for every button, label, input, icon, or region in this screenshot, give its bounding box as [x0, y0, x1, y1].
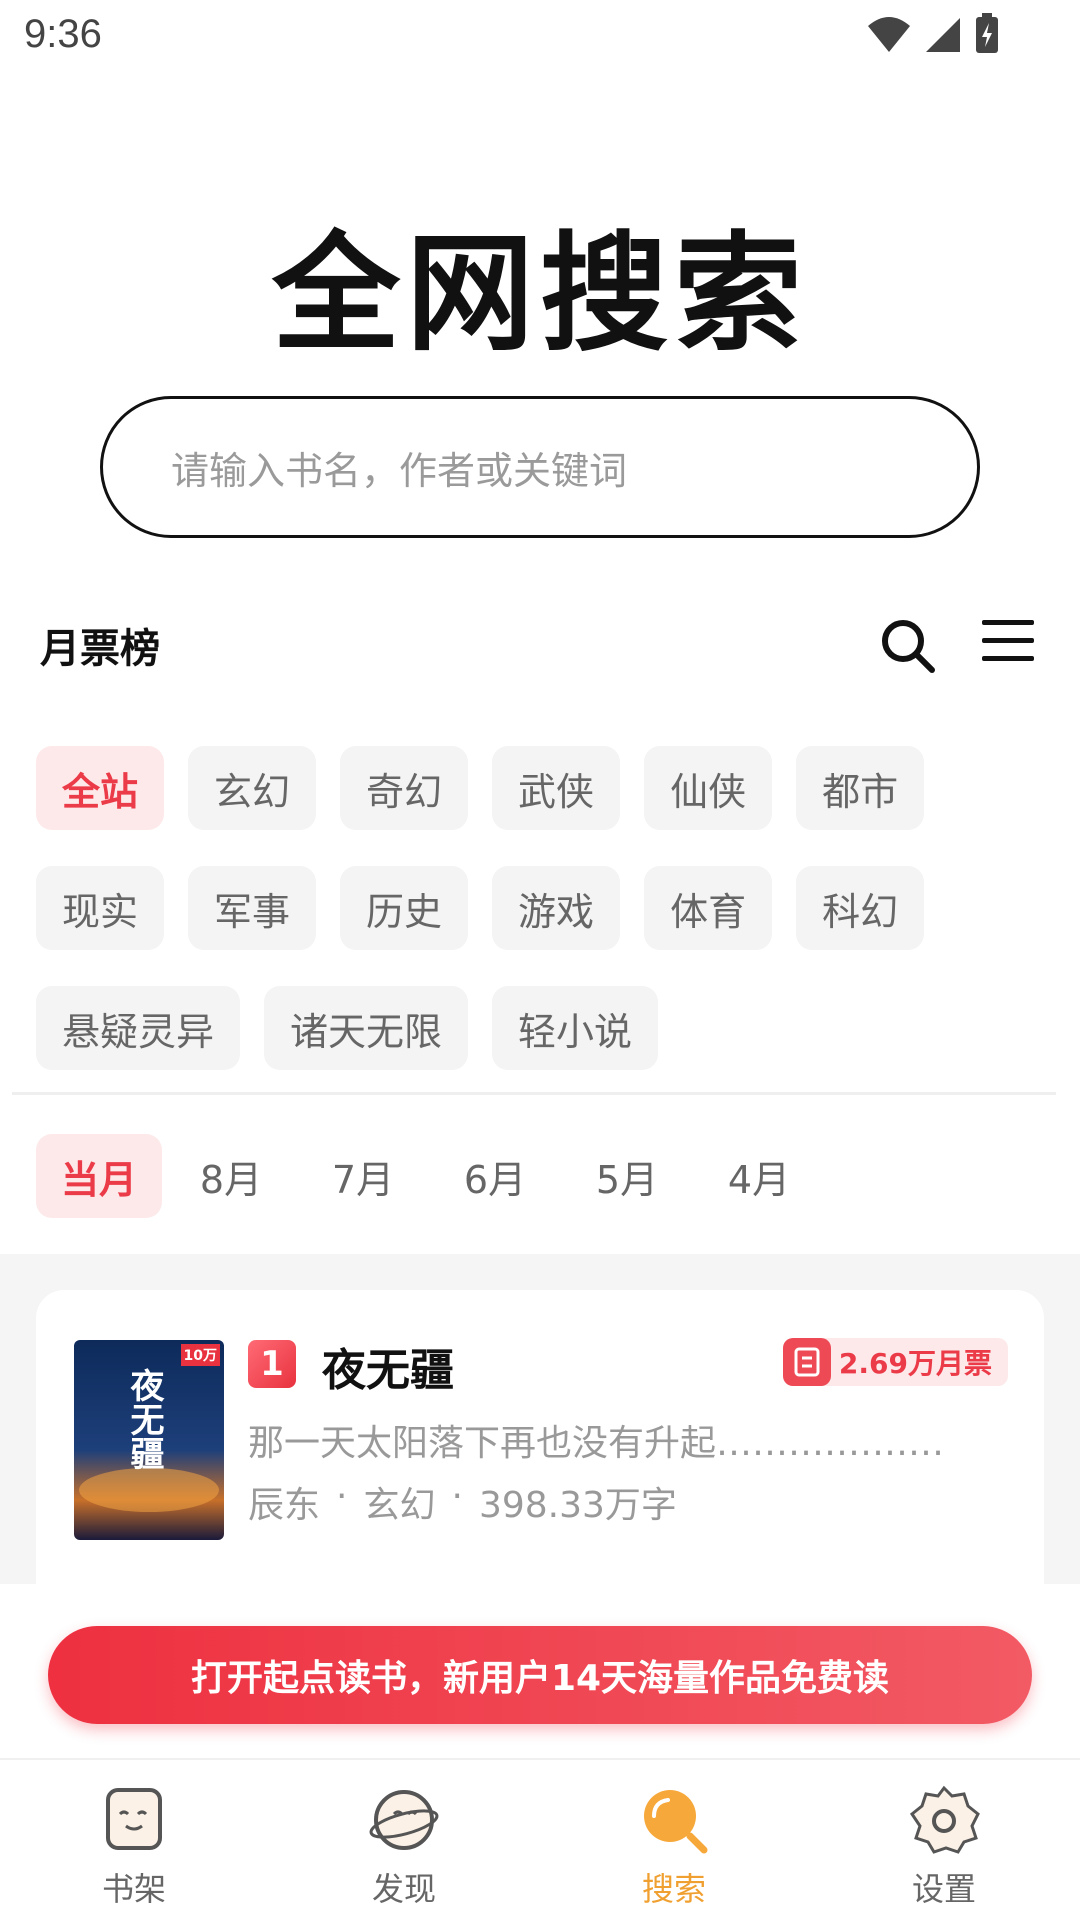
- category-chip[interactable]: 军事: [188, 866, 317, 950]
- search-input[interactable]: 请输入书名，作者或关键词: [100, 396, 980, 538]
- rank-badge: 1: [248, 1340, 296, 1388]
- ranking-list: 夜无疆 10万 1 夜无疆 2.69万月票 那一天太阳落下再也没有升起………………: [0, 1254, 1080, 1610]
- promo-area: 打开起点读书，新用户14天海量作品免费读: [0, 1588, 1080, 1758]
- month-tabs: 当月 8月 7月 6月 5月 4月: [36, 1134, 822, 1218]
- category-row-2: 现实 军事 历史 游戏 体育 科幻: [36, 866, 925, 950]
- wifi-icon: [868, 17, 910, 52]
- category-chip[interactable]: 诸天无限: [264, 986, 469, 1070]
- nav-item-settings[interactable]: 设置: [864, 1784, 1024, 1914]
- category-row-3: 悬疑灵异 诸天无限 轻小说: [36, 986, 659, 1070]
- category-chip[interactable]: 都市: [796, 746, 925, 830]
- status-bar: 9:36: [0, 0, 1080, 72]
- category-chip[interactable]: 历史: [340, 866, 469, 950]
- month-tab[interactable]: 5月: [564, 1134, 690, 1218]
- search-icon[interactable]: [878, 616, 938, 676]
- ticket-icon: [782, 1338, 831, 1386]
- monthly-ticket-badge: 2.69万月票: [782, 1338, 1008, 1386]
- category-chip[interactable]: 体育: [644, 866, 773, 950]
- settings-icon: [909, 1785, 980, 1854]
- cover-title: 夜无疆: [124, 1368, 164, 1470]
- battery-icon: [976, 13, 998, 53]
- month-tab[interactable]: 7月: [300, 1134, 426, 1218]
- nav-item-search[interactable]: 搜索: [594, 1784, 754, 1914]
- book-cover[interactable]: 夜无疆 10万: [74, 1340, 224, 1540]
- cover-badge: 10万: [180, 1344, 220, 1366]
- category-chip[interactable]: 科幻: [796, 866, 925, 950]
- book-card[interactable]: 夜无疆 10万 1 夜无疆 2.69万月票 那一天太阳落下再也没有升起………………: [36, 1290, 1044, 1610]
- search-placeholder: 请输入书名，作者或关键词: [171, 448, 628, 493]
- category-chip[interactable]: 玄幻: [188, 746, 317, 830]
- month-tab-active[interactable]: 当月: [36, 1134, 162, 1218]
- category-chip[interactable]: 仙侠: [644, 746, 773, 830]
- search-icon: [644, 1790, 708, 1854]
- discover-icon: [369, 1790, 439, 1850]
- open-app-button[interactable]: 打开起点读书，新用户14天海量作品免费读: [48, 1626, 1032, 1724]
- book-description: 那一天太阳落下再也没有升起…………………: [248, 1423, 948, 1464]
- category-chip-active[interactable]: 全站: [36, 746, 165, 830]
- nav-item-bookshelf[interactable]: 书架: [54, 1784, 214, 1914]
- book-meta: 辰东 · 玄幻 · 398.33万字: [248, 1476, 677, 1528]
- category-chip[interactable]: 现实: [36, 866, 165, 950]
- nav-label: 书架: [101, 1870, 166, 1908]
- book-word-count: 398.33万字: [478, 1485, 677, 1526]
- ticket-count: 2.69万月票: [838, 1347, 992, 1380]
- category-chip[interactable]: 奇幻: [340, 746, 469, 830]
- status-icons: [866, 12, 1000, 56]
- category-chip[interactable]: 武侠: [492, 746, 621, 830]
- nav-label: 发现: [371, 1870, 436, 1908]
- ranking-title: 月票榜: [40, 626, 160, 672]
- status-time: 9:36: [24, 12, 102, 56]
- nav-label: 设置: [911, 1870, 976, 1908]
- page-title: 全网搜索: [271, 220, 808, 369]
- category-chip[interactable]: 悬疑灵异: [36, 986, 241, 1070]
- book-title[interactable]: 夜无疆: [322, 1334, 454, 1398]
- bottom-nav: 书架 发现 搜索 设置: [0, 1758, 1080, 1920]
- category-chip[interactable]: 轻小说: [492, 986, 659, 1070]
- month-tab[interactable]: 8月: [168, 1134, 294, 1218]
- category-row-1: 全站 玄幻 奇幻 武侠 仙侠 都市: [36, 746, 925, 830]
- book-author: 辰东: [248, 1485, 321, 1526]
- bookshelf-icon: [106, 1788, 162, 1850]
- month-tab[interactable]: 4月: [696, 1134, 822, 1218]
- book-genre: 玄幻: [363, 1485, 436, 1526]
- meta-dot: ·: [451, 1476, 463, 1517]
- meta-dot: ·: [336, 1476, 348, 1517]
- signal-icon: [926, 18, 960, 52]
- nav-item-discover[interactable]: 发现: [324, 1784, 484, 1914]
- nav-label-active: 搜索: [641, 1870, 706, 1908]
- menu-icon[interactable]: [980, 616, 1036, 666]
- month-tab[interactable]: 6月: [432, 1134, 558, 1218]
- category-chip[interactable]: 游戏: [492, 866, 621, 950]
- divider: [12, 1092, 1056, 1095]
